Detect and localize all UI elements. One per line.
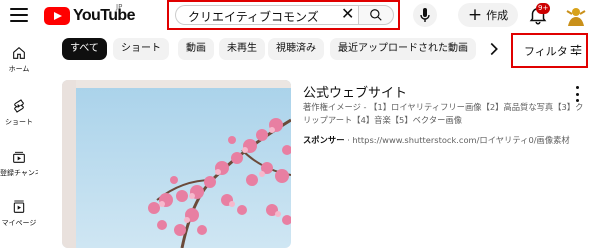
chip-shorts[interactable]: ショート <box>113 38 169 60</box>
video-thumbnail[interactable] <box>62 80 291 248</box>
avatar[interactable] <box>564 4 588 28</box>
more-options-icon[interactable] <box>574 86 580 102</box>
cherry-blossom-image <box>62 80 291 248</box>
filter-sliders-icon <box>570 44 582 56</box>
close-icon[interactable]: ✕ <box>341 6 354 22</box>
youtube-play-icon <box>44 7 70 25</box>
chip-videos[interactable]: 動画 <box>178 38 214 60</box>
sidebar-item-label: ホーム <box>8 65 30 73</box>
sidebar-item-label: ショート <box>5 118 33 126</box>
library-icon <box>13 200 25 213</box>
result-description: 著作権イメージ - 【1】ロイヤリティフリー画像【2】高品質な写真【3】クリップ… <box>303 102 584 125</box>
voice-search-button[interactable] <box>413 3 437 27</box>
chevron-right-icon <box>490 42 498 56</box>
filter-button[interactable]: フィルタ <box>511 33 588 68</box>
microphone-icon <box>420 8 430 22</box>
region-code: JP <box>116 3 123 11</box>
sponsor-line[interactable]: スポンサー · https://www.shutterstock.com/ロイヤ… <box>303 134 570 146</box>
sidebar-item-home[interactable]: ホーム <box>0 45 38 74</box>
shorts-icon <box>14 99 24 113</box>
sidebar-item-shorts[interactable]: ショート <box>0 98 38 127</box>
create-label: 作成 <box>486 9 509 22</box>
subscriptions-icon <box>13 151 25 163</box>
search-highlight-box: クリエイティブコモンズ ✕ <box>167 0 400 30</box>
search-icon <box>370 9 382 21</box>
search-query: クリエイティブコモンズ <box>188 10 319 24</box>
logo-text: YouTube <box>73 7 135 24</box>
chip-all[interactable]: すべて <box>62 38 107 60</box>
sidebar-item-subscriptions[interactable]: 登録チャンネル <box>0 149 38 178</box>
result-title[interactable]: 公式ウェブサイト <box>303 82 407 101</box>
search-input[interactable]: クリエイティブコモンズ <box>175 5 358 25</box>
avatar-figure-icon <box>566 8 586 26</box>
sponsor-label: スポンサー <box>303 135 345 145</box>
create-button[interactable]: + 作成 <box>458 3 518 27</box>
sponsor-url: · https://www.shutterstock.com/ロイヤリティ0/画… <box>347 135 570 145</box>
chips-next-button[interactable] <box>483 38 505 60</box>
plus-icon: + <box>467 4 483 25</box>
sidebar-item-library[interactable]: マイページ <box>0 199 38 228</box>
sidebar-item-label: 登録チャンネル <box>0 169 38 177</box>
notification-badge: 9+ <box>536 3 551 14</box>
home-icon <box>13 46 25 59</box>
chip-unwatched[interactable]: 未再生 <box>219 38 265 60</box>
search-button[interactable] <box>358 5 394 25</box>
filter-label: フィルタ <box>524 45 568 58</box>
chip-recently-uploaded[interactable]: 最近アップロードされた動画 <box>330 38 476 60</box>
sidebar-item-label: マイページ <box>1 219 37 227</box>
chip-watched[interactable]: 視聴済み <box>268 38 324 60</box>
menu-icon[interactable] <box>10 8 28 22</box>
